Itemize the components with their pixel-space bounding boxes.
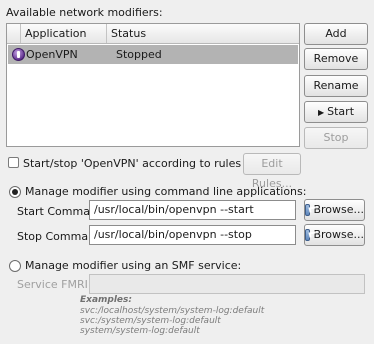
rules-checkbox-label: Start/stop 'OpenVPN' according to rules: [23, 157, 242, 170]
rules-checkbox[interactable]: [8, 157, 19, 168]
example-line: svc:/localhost/system/system-log:default: [80, 306, 265, 316]
play-icon: ▶: [317, 108, 325, 117]
stop-command-field[interactable]: /usr/local/bin/openvpn --stop: [89, 225, 296, 245]
stop-button[interactable]: Stop: [304, 127, 368, 149]
smf-radio[interactable]: [9, 260, 21, 272]
openvpn-icon: [12, 48, 25, 61]
start-button-label: Start: [327, 105, 355, 118]
example-line: system/system-log:default: [80, 326, 200, 336]
modifiers-list[interactable]: Application Name Status OpenVPN Stopped: [6, 23, 300, 147]
service-fmri-field[interactable]: [89, 274, 365, 294]
browse-start-label: Browse...: [313, 203, 364, 216]
smf-radio-label: Manage modifier using an SMF service:: [25, 259, 242, 272]
start-command-field[interactable]: /usr/local/bin/openvpn --start: [89, 200, 296, 220]
rename-button[interactable]: Rename: [304, 75, 368, 97]
browse-stop-label: Browse...: [313, 228, 364, 241]
available-modifiers-label: Available network modifiers:: [6, 6, 163, 19]
service-fmri-label: Service FMRI:: [17, 278, 92, 291]
column-header-application-name[interactable]: Application Name: [21, 24, 107, 59]
folder-icon: [305, 229, 311, 241]
cli-radio[interactable]: [9, 186, 21, 198]
folder-icon: [305, 204, 311, 216]
row-application-name: OpenVPN: [26, 48, 78, 61]
examples-heading: Examples:: [80, 295, 132, 305]
cli-radio-label: Manage modifier using command line appli…: [25, 185, 307, 198]
icon-column-header[interactable]: [7, 24, 21, 43]
remove-button[interactable]: Remove: [304, 48, 368, 70]
table-row[interactable]: OpenVPN Stopped: [8, 45, 298, 64]
start-button[interactable]: ▶ Start: [304, 101, 368, 123]
column-header-status[interactable]: Status: [107, 24, 299, 43]
list-header: Application Name Status: [7, 24, 299, 59]
browse-stop-button[interactable]: Browse...: [304, 224, 365, 246]
example-line: svc:/system/system-log:default: [80, 316, 221, 326]
browse-start-button[interactable]: Browse...: [304, 199, 365, 221]
edit-rules-button[interactable]: Edit Rules...: [243, 153, 301, 190]
add-button[interactable]: Add: [304, 23, 368, 45]
row-status: Stopped: [116, 48, 162, 61]
